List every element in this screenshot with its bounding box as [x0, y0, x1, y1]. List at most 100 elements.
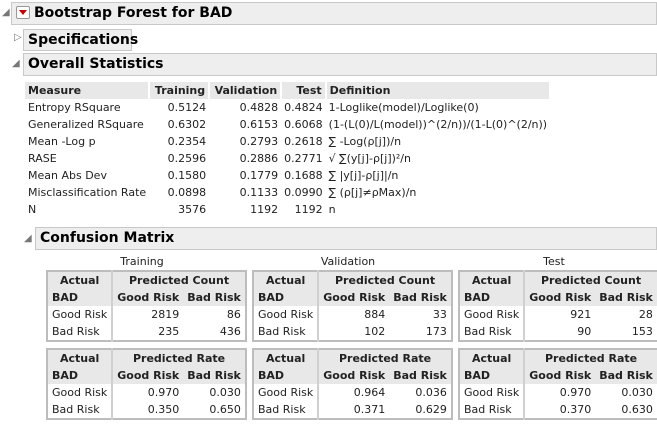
- cell: 86: [226, 308, 241, 321]
- table-row: Entropy RSquare 0.5124 0.4828 0.4824 1-Logli…: [25, 99, 550, 116]
- cell: 0.1688: [284, 169, 323, 182]
- table-row: Bad Risk 0.370 0.630: [459, 401, 657, 419]
- cell: 0.036: [415, 386, 447, 399]
- cell: 0.1133: [239, 186, 279, 199]
- cell: 1192: [294, 203, 323, 216]
- col-header: Good Risk: [524, 289, 596, 306]
- expand-triangle-icon[interactable]: ▷: [14, 32, 22, 43]
- overall-statistics-title: Overall Statistics: [28, 56, 164, 72]
- cell: 0.1779: [239, 169, 279, 182]
- set-title: Test: [543, 255, 565, 268]
- cell: 0.2771: [284, 152, 323, 165]
- collapse-triangle-icon[interactable]: ◢: [2, 7, 10, 18]
- cell: 235: [158, 325, 180, 338]
- table-row: RASE 0.2596 0.2886 0.2771 √ ∑(y[j]-ρ[j])²/n: [25, 150, 550, 167]
- predicted-header: Predicted Rate: [112, 349, 246, 367]
- table-row: Bad Risk 235 436: [47, 323, 246, 341]
- row-label: Good Risk: [253, 306, 320, 323]
- table-row: N 3576 1192 1192 n: [25, 201, 550, 218]
- cell: 0.2886: [239, 152, 279, 165]
- cell: (1-(L(0)/L(model))^(2/n))/(1-L(0)^(2/n)): [328, 118, 548, 131]
- cell: 0.629: [415, 403, 447, 416]
- overall-statistics-table: Measure Training Validation Test Definition …: [25, 82, 552, 218]
- cell: 90: [577, 325, 592, 338]
- row-label: Good Risk: [459, 306, 526, 323]
- cell: 0.4824: [284, 101, 323, 114]
- report-header: Bootstrap Forest for BAD: [11, 2, 657, 25]
- set-title: Training: [120, 255, 164, 268]
- cell: 0.2354: [167, 135, 207, 148]
- cell: 0.0990: [284, 186, 323, 199]
- cell: 921: [570, 308, 592, 321]
- column-header: Validation: [209, 82, 283, 99]
- row-label: Bad Risk: [253, 323, 320, 341]
- predicted-header: Predicted Rate: [318, 349, 452, 367]
- collapse-triangle-icon[interactable]: ◢: [24, 233, 32, 244]
- cell: 102: [364, 325, 386, 338]
- bad-header: BAD: [253, 289, 320, 306]
- row-label: Good Risk: [47, 384, 114, 401]
- cell: 0.6068: [284, 118, 323, 131]
- confusion-count-table: Actual Predicted Count BAD Good Risk Bad Ri…: [458, 270, 657, 342]
- cell: 2819: [151, 308, 180, 321]
- column-header: Training: [149, 82, 211, 99]
- row-label: Bad Risk: [459, 323, 526, 341]
- table-row: Good Risk 0.964 0.036: [253, 384, 452, 401]
- measure-name: Entropy RSquare: [28, 101, 121, 114]
- specifications-title: Specifications: [28, 32, 139, 48]
- cell: 0.1580: [167, 169, 207, 182]
- col-header: Good Risk: [112, 289, 184, 306]
- cell: ∑ -Log(ρ[j])/n: [328, 135, 402, 148]
- cell: 0.4828: [239, 101, 279, 114]
- table-row: Good Risk 884 33: [253, 306, 452, 323]
- cell: 173: [425, 325, 447, 338]
- col-header: Bad Risk: [183, 289, 246, 306]
- overall-statistics-header[interactable]: Overall Statistics: [23, 53, 657, 76]
- bad-header: BAD: [253, 367, 320, 384]
- confusion-rate-table: Actual Predicted Rate BAD Good Risk Bad Ris…: [46, 348, 247, 420]
- cell: 0.371: [353, 403, 386, 416]
- cell: ∑ |y[j]-ρ[j]|/n: [328, 169, 399, 182]
- table-row: Bad Risk 102 173: [253, 323, 452, 341]
- cell: 0.6302: [167, 118, 207, 131]
- table-row: Good Risk 0.970 0.030: [47, 384, 246, 401]
- measure-name: Misclassification Rate: [28, 186, 147, 199]
- measure-name: Generalized RSquare: [28, 118, 144, 131]
- confusion-matrix-header[interactable]: Confusion Matrix: [35, 227, 657, 250]
- table-row: Mean Abs Dev 0.1580 0.1779 0.1688 ∑ |y[j]-ρ[…: [25, 167, 550, 184]
- cell: 0.964: [353, 386, 386, 399]
- bad-header: BAD: [459, 289, 526, 306]
- actual-header: Actual: [459, 271, 526, 289]
- actual-header: Actual: [459, 349, 526, 367]
- row-label: Good Risk: [253, 384, 320, 401]
- cell: 0.370: [559, 403, 592, 416]
- cell: 884: [364, 308, 386, 321]
- row-label: Bad Risk: [459, 401, 526, 419]
- cell: 3576: [178, 203, 207, 216]
- table-row: Bad Risk 0.350 0.650: [47, 401, 246, 419]
- actual-header: Actual: [253, 271, 320, 289]
- predicted-header: Predicted Count: [112, 271, 246, 289]
- cell: n: [328, 203, 336, 216]
- cell: 436: [219, 325, 241, 338]
- red-triangle-menu-icon[interactable]: [16, 5, 30, 19]
- set-title: Validation: [320, 255, 376, 268]
- cell: 0.970: [559, 386, 592, 399]
- collapse-triangle-icon[interactable]: ◢: [12, 58, 20, 69]
- specifications-header[interactable]: Specifications: [23, 29, 138, 51]
- col-header: Good Risk: [318, 289, 390, 306]
- row-label: Bad Risk: [253, 401, 320, 419]
- col-header: Good Risk: [318, 367, 390, 384]
- table-row: Good Risk 2819 86: [47, 306, 246, 323]
- table-row: Bad Risk 90 153: [459, 323, 657, 341]
- actual-header: Actual: [47, 271, 114, 289]
- predicted-header: Predicted Count: [524, 271, 657, 289]
- measure-name: N: [28, 203, 37, 216]
- cell: 0.6153: [239, 118, 279, 131]
- cell: 0.2793: [239, 135, 279, 148]
- confusion-count-table: Actual Predicted Count BAD Good Risk Bad Ri…: [252, 270, 453, 342]
- predicted-header: Predicted Count: [318, 271, 452, 289]
- col-header: Bad Risk: [389, 367, 452, 384]
- column-header: Definition: [325, 82, 552, 99]
- table-row: Bad Risk 0.371 0.629: [253, 401, 452, 419]
